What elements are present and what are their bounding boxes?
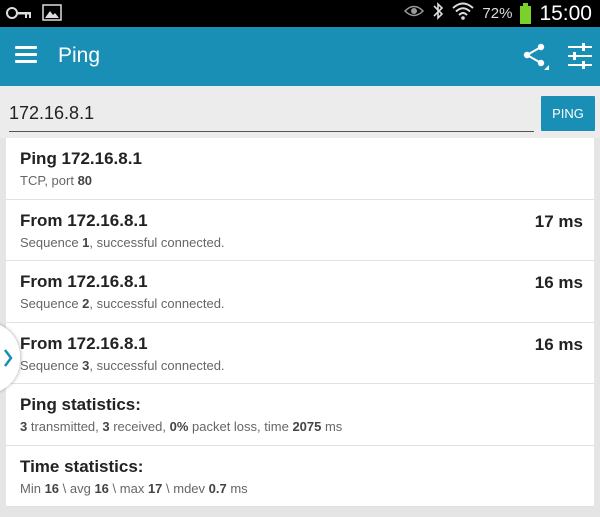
result-text: , successful connected. (89, 234, 225, 250)
bluetooth-icon (432, 1, 444, 26)
result-item: Ping 172.16.8.1 TCP, port 80 (6, 138, 594, 200)
result-time: 16 ms (534, 334, 583, 354)
page-title: Ping (58, 44, 101, 67)
host-input[interactable] (9, 96, 534, 132)
result-text: Sequence (20, 234, 83, 250)
result-value: 0.7 (208, 480, 227, 496)
eye-icon (404, 4, 425, 23)
share-icon[interactable] (520, 41, 550, 71)
result-value: 0% (169, 419, 189, 434)
result-text: packet loss, time (188, 419, 293, 434)
result-time: 17 ms (534, 211, 583, 231)
result-text: ms (226, 480, 248, 496)
result-text: , successful connected. (89, 296, 225, 311)
result-title: Ping statistics: (20, 395, 141, 414)
result-value: 80 (77, 173, 93, 188)
result-subtitle: Sequence 1, successful connected. (20, 235, 594, 250)
result-title: Ping 172.16.8.1 (20, 149, 142, 168)
battery-icon (520, 2, 532, 24)
result-text: \ avg (59, 480, 95, 496)
result-item: Ping statistics: 3 transmitted, 3 receive… (6, 384, 594, 446)
status-bar: 72% 15:00 (0, 0, 600, 27)
result-text: ms (321, 419, 343, 434)
result-text: , successful connected. (89, 357, 225, 373)
result-item: From 172.16.8.1 Sequence 1, successful co… (6, 200, 594, 261)
result-text: received, (109, 419, 170, 434)
result-value: 16 (44, 480, 60, 496)
wifi-icon (452, 2, 475, 25)
result-text: \ max (108, 480, 148, 496)
result-text: Sequence (20, 296, 83, 311)
result-subtitle: Sequence 2, successful connected. (20, 296, 594, 311)
results-list: Ping 172.16.8.1 TCP, port 80 From 172.16.8… (6, 138, 594, 507)
result-subtitle: Sequence 3, successful connected. (20, 358, 594, 373)
result-title: From 172.16.8.1 (20, 333, 148, 353)
result-title: From 172.16.8.1 (20, 272, 148, 291)
result-text: \ mdev (162, 480, 209, 496)
result-text: Sequence (20, 357, 83, 373)
result-text: Min (20, 480, 45, 496)
host-input-bar: PING (0, 86, 600, 138)
result-subtitle: TCP, port 80 (20, 173, 594, 188)
menu-icon[interactable] (15, 46, 37, 64)
result-item: From 172.16.8.1 Sequence 2, successful co… (6, 261, 594, 323)
result-value: 2075 (292, 419, 322, 434)
ping-button[interactable]: PING (541, 96, 595, 131)
app-bar: Ping (0, 27, 600, 86)
result-time: 16 ms (534, 273, 583, 292)
result-text: transmitted, (27, 419, 103, 434)
result-item: Time statistics: Min 16 \ avg 16 \ max 17… (6, 446, 594, 507)
result-title: From 172.16.8.1 (20, 210, 148, 230)
result-value: 3 (102, 419, 110, 434)
result-subtitle: Min 16 \ avg 16 \ max 17 \ mdev 0.7 ms (20, 481, 594, 496)
clock: 15:00 (539, 1, 592, 25)
result-subtitle: 3 transmitted, 3 received, 0% packet los… (20, 419, 594, 434)
result-item: From 172.16.8.1 Sequence 3, successful co… (6, 323, 594, 384)
result-value: 17 (147, 480, 163, 496)
result-title: Time statistics: (20, 456, 144, 476)
key-icon (6, 6, 32, 25)
battery-percent: 72% (482, 5, 513, 22)
image-icon (42, 4, 62, 26)
result-value: 16 (94, 480, 109, 496)
settings-sliders-icon[interactable] (567, 42, 593, 70)
result-text: TCP, port (20, 173, 78, 188)
